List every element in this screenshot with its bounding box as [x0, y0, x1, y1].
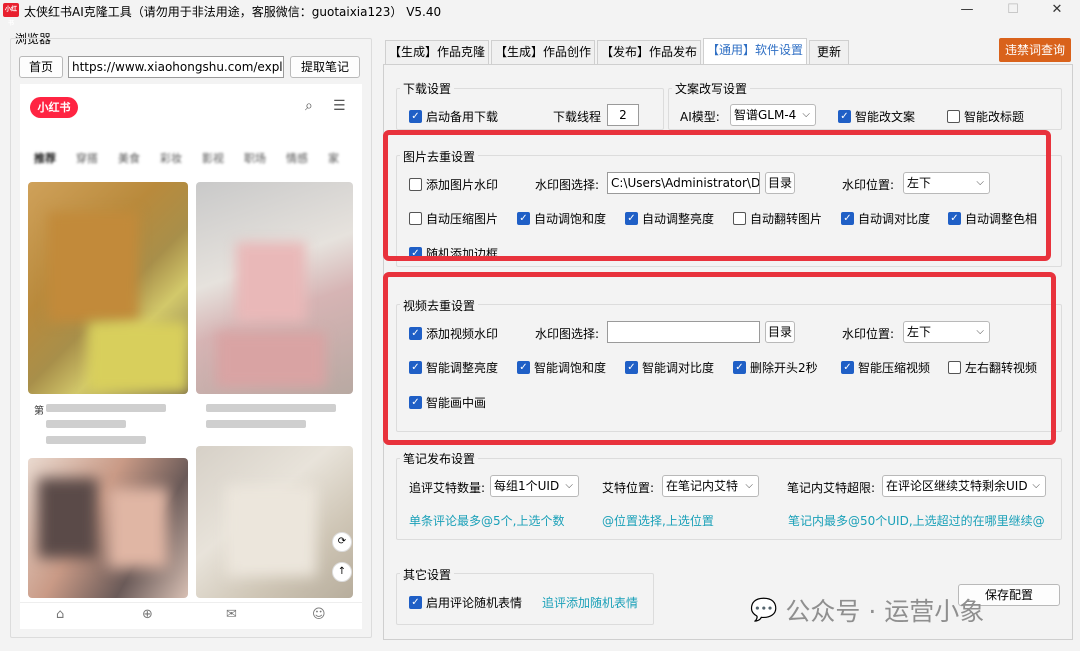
- checkbox-label: 智能改文案: [855, 110, 916, 124]
- back-top-icon[interactable]: ↑: [332, 562, 352, 582]
- category-tab[interactable]: 职场: [244, 150, 286, 166]
- mention-overflow-label: 笔记内艾特超限:: [787, 481, 876, 495]
- checkbox-checked-icon: ✓: [409, 110, 422, 123]
- add-emoji-link[interactable]: 追评添加随机表情: [542, 594, 638, 611]
- checkbox-label: 启用评论随机表情: [426, 596, 523, 610]
- mention-count-label: 追评艾特数量:: [409, 481, 486, 495]
- ai-model-value: 智谱GLM-4: [734, 108, 797, 122]
- category-tab[interactable]: 影视: [202, 150, 244, 166]
- checkbox-label: 智能改标题: [964, 110, 1025, 124]
- chevron-down-icon: ⌵: [565, 480, 573, 491]
- home-button[interactable]: 首页: [19, 56, 63, 78]
- checkbox-checked-icon: ✓: [838, 110, 851, 123]
- close-icon[interactable]: ✕: [1034, 0, 1080, 22]
- maximize-icon[interactable]: ☐: [990, 0, 1036, 22]
- category-tab[interactable]: 穿搭: [76, 150, 118, 166]
- mention-overflow-value: 在评论区继续艾特剩余UID: [886, 479, 1028, 493]
- wechat-watermark: 💬 公众号 · 运营小象: [750, 590, 1060, 630]
- publish-group-label: 笔记发布设置: [400, 450, 479, 467]
- note-title-blurred: [46, 404, 166, 412]
- wechat-icon: 💬: [750, 597, 778, 623]
- ai-model-select[interactable]: 智谱GLM-4 ⌵: [730, 104, 816, 126]
- note-likes-blurred: [46, 436, 146, 444]
- other-group-label: 其它设置: [400, 566, 455, 583]
- mention-overflow-hint: 笔记内最多@50个UID,上选超过的在哪里继续@: [788, 514, 1045, 528]
- checkbox-checked-icon: ✓: [409, 596, 422, 609]
- note-card-image[interactable]: [196, 182, 353, 394]
- tab-update[interactable]: 更新: [809, 40, 849, 64]
- ai-model-label: AI模型:: [680, 110, 720, 124]
- random-emoji-checkbox[interactable]: ✓ 启用评论随机表情: [409, 594, 522, 611]
- profile-nav-icon[interactable]: ☺: [312, 607, 326, 622]
- category-tab[interactable]: 彩妆: [160, 150, 202, 166]
- tab-publish[interactable]: 【发布】作品发布: [597, 40, 701, 64]
- minimize-icon[interactable]: —: [944, 0, 990, 22]
- smart-copy-checkbox[interactable]: ✓ 智能改文案: [838, 108, 915, 125]
- category-bar: 推荐 穿搭 美食 彩妆 影视 职场 情感家: [34, 150, 362, 166]
- window-title: 太侠红书AI克隆工具（请勿用于非法用途，客服微信：guotaixia123） V…: [24, 5, 442, 19]
- menu-icon[interactable]: ☰: [333, 98, 346, 114]
- note-card-image[interactable]: [28, 458, 188, 598]
- tab-create[interactable]: 【生成】作品创作: [491, 40, 595, 64]
- embedded-webpage: 小红书 ⌕ ☰ 推荐 穿搭 美食 彩妆 影视 职场 情感家 第 ⟳ ↑ ⌂ ⊕ ✉ ☺: [20, 84, 362, 629]
- checkbox-label: 启动备用下载: [426, 110, 499, 124]
- message-nav-icon[interactable]: ✉: [226, 607, 237, 622]
- note-title-blurred: [206, 404, 336, 412]
- category-tab[interactable]: 情感: [286, 150, 328, 166]
- category-tab[interactable]: 家: [328, 150, 362, 166]
- note-title-prefix: 第: [34, 406, 44, 417]
- mention-position-value: 在笔记内艾特: [666, 479, 739, 493]
- category-tab[interactable]: 推荐: [34, 150, 76, 166]
- chevron-down-icon: ⌵: [745, 480, 753, 491]
- chevron-down-icon: ⌵: [802, 109, 810, 120]
- note-card-image[interactable]: [28, 182, 188, 394]
- threads-label: 下载线程: [553, 110, 602, 124]
- mention-position-select[interactable]: 在笔记内艾特 ⌵: [662, 475, 759, 497]
- watermark-text: 公众号 · 运营小象: [785, 597, 985, 626]
- add-nav-icon[interactable]: ⊕: [142, 607, 153, 622]
- rewrite-group-label: 文案改写设置: [672, 80, 751, 97]
- xhs-logo[interactable]: 小红书: [30, 97, 78, 118]
- mention-overflow-select[interactable]: 在评论区继续艾特剩余UID ⌵: [882, 475, 1046, 497]
- app-logo-icon: 小红书: [3, 3, 19, 27]
- title-bar: 小红书 太侠红书AI克隆工具（请勿用于非法用途，客服微信：guotaixia12…: [0, 0, 1080, 27]
- mention-position-label: 艾特位置:: [602, 481, 655, 495]
- chevron-down-icon: ⌵: [1032, 480, 1040, 491]
- backup-download-checkbox[interactable]: ✓ 启动备用下载: [409, 108, 498, 125]
- tab-clone[interactable]: 【生成】作品克隆: [385, 40, 489, 64]
- mention-position-hint: @位置选择,上选位置: [602, 514, 714, 528]
- highlight-box: [383, 130, 1051, 261]
- banned-word-button[interactable]: 违禁词查询: [999, 38, 1071, 62]
- mention-count-select[interactable]: 每组1个UID ⌵: [490, 475, 579, 497]
- note-author-blurred: [46, 420, 126, 428]
- note-card-image[interactable]: [196, 446, 353, 598]
- mention-count-value: 每组1个UID: [494, 479, 560, 493]
- refresh-icon[interactable]: ⟳: [332, 532, 352, 552]
- highlight-box: [383, 272, 1056, 445]
- checkbox-unchecked-icon: [947, 110, 960, 123]
- search-icon[interactable]: ⌕: [305, 98, 313, 114]
- mention-count-hint: 单条评论最多@5个,上选个数: [409, 514, 565, 528]
- download-group-label: 下载设置: [400, 80, 455, 97]
- category-tab[interactable]: 美食: [118, 150, 160, 166]
- url-input[interactable]: https://www.xiaohongshu.com/explor: [68, 56, 284, 78]
- bottom-nav: ⌂ ⊕ ✉ ☺: [20, 602, 362, 629]
- note-author-blurred: [206, 420, 306, 428]
- tab-settings[interactable]: 【通用】软件设置: [703, 38, 807, 65]
- home-nav-icon[interactable]: ⌂: [56, 607, 64, 622]
- extract-note-button[interactable]: 提取笔记: [290, 56, 360, 78]
- threads-input[interactable]: 2: [607, 104, 639, 126]
- smart-title-checkbox[interactable]: 智能改标题: [947, 108, 1024, 125]
